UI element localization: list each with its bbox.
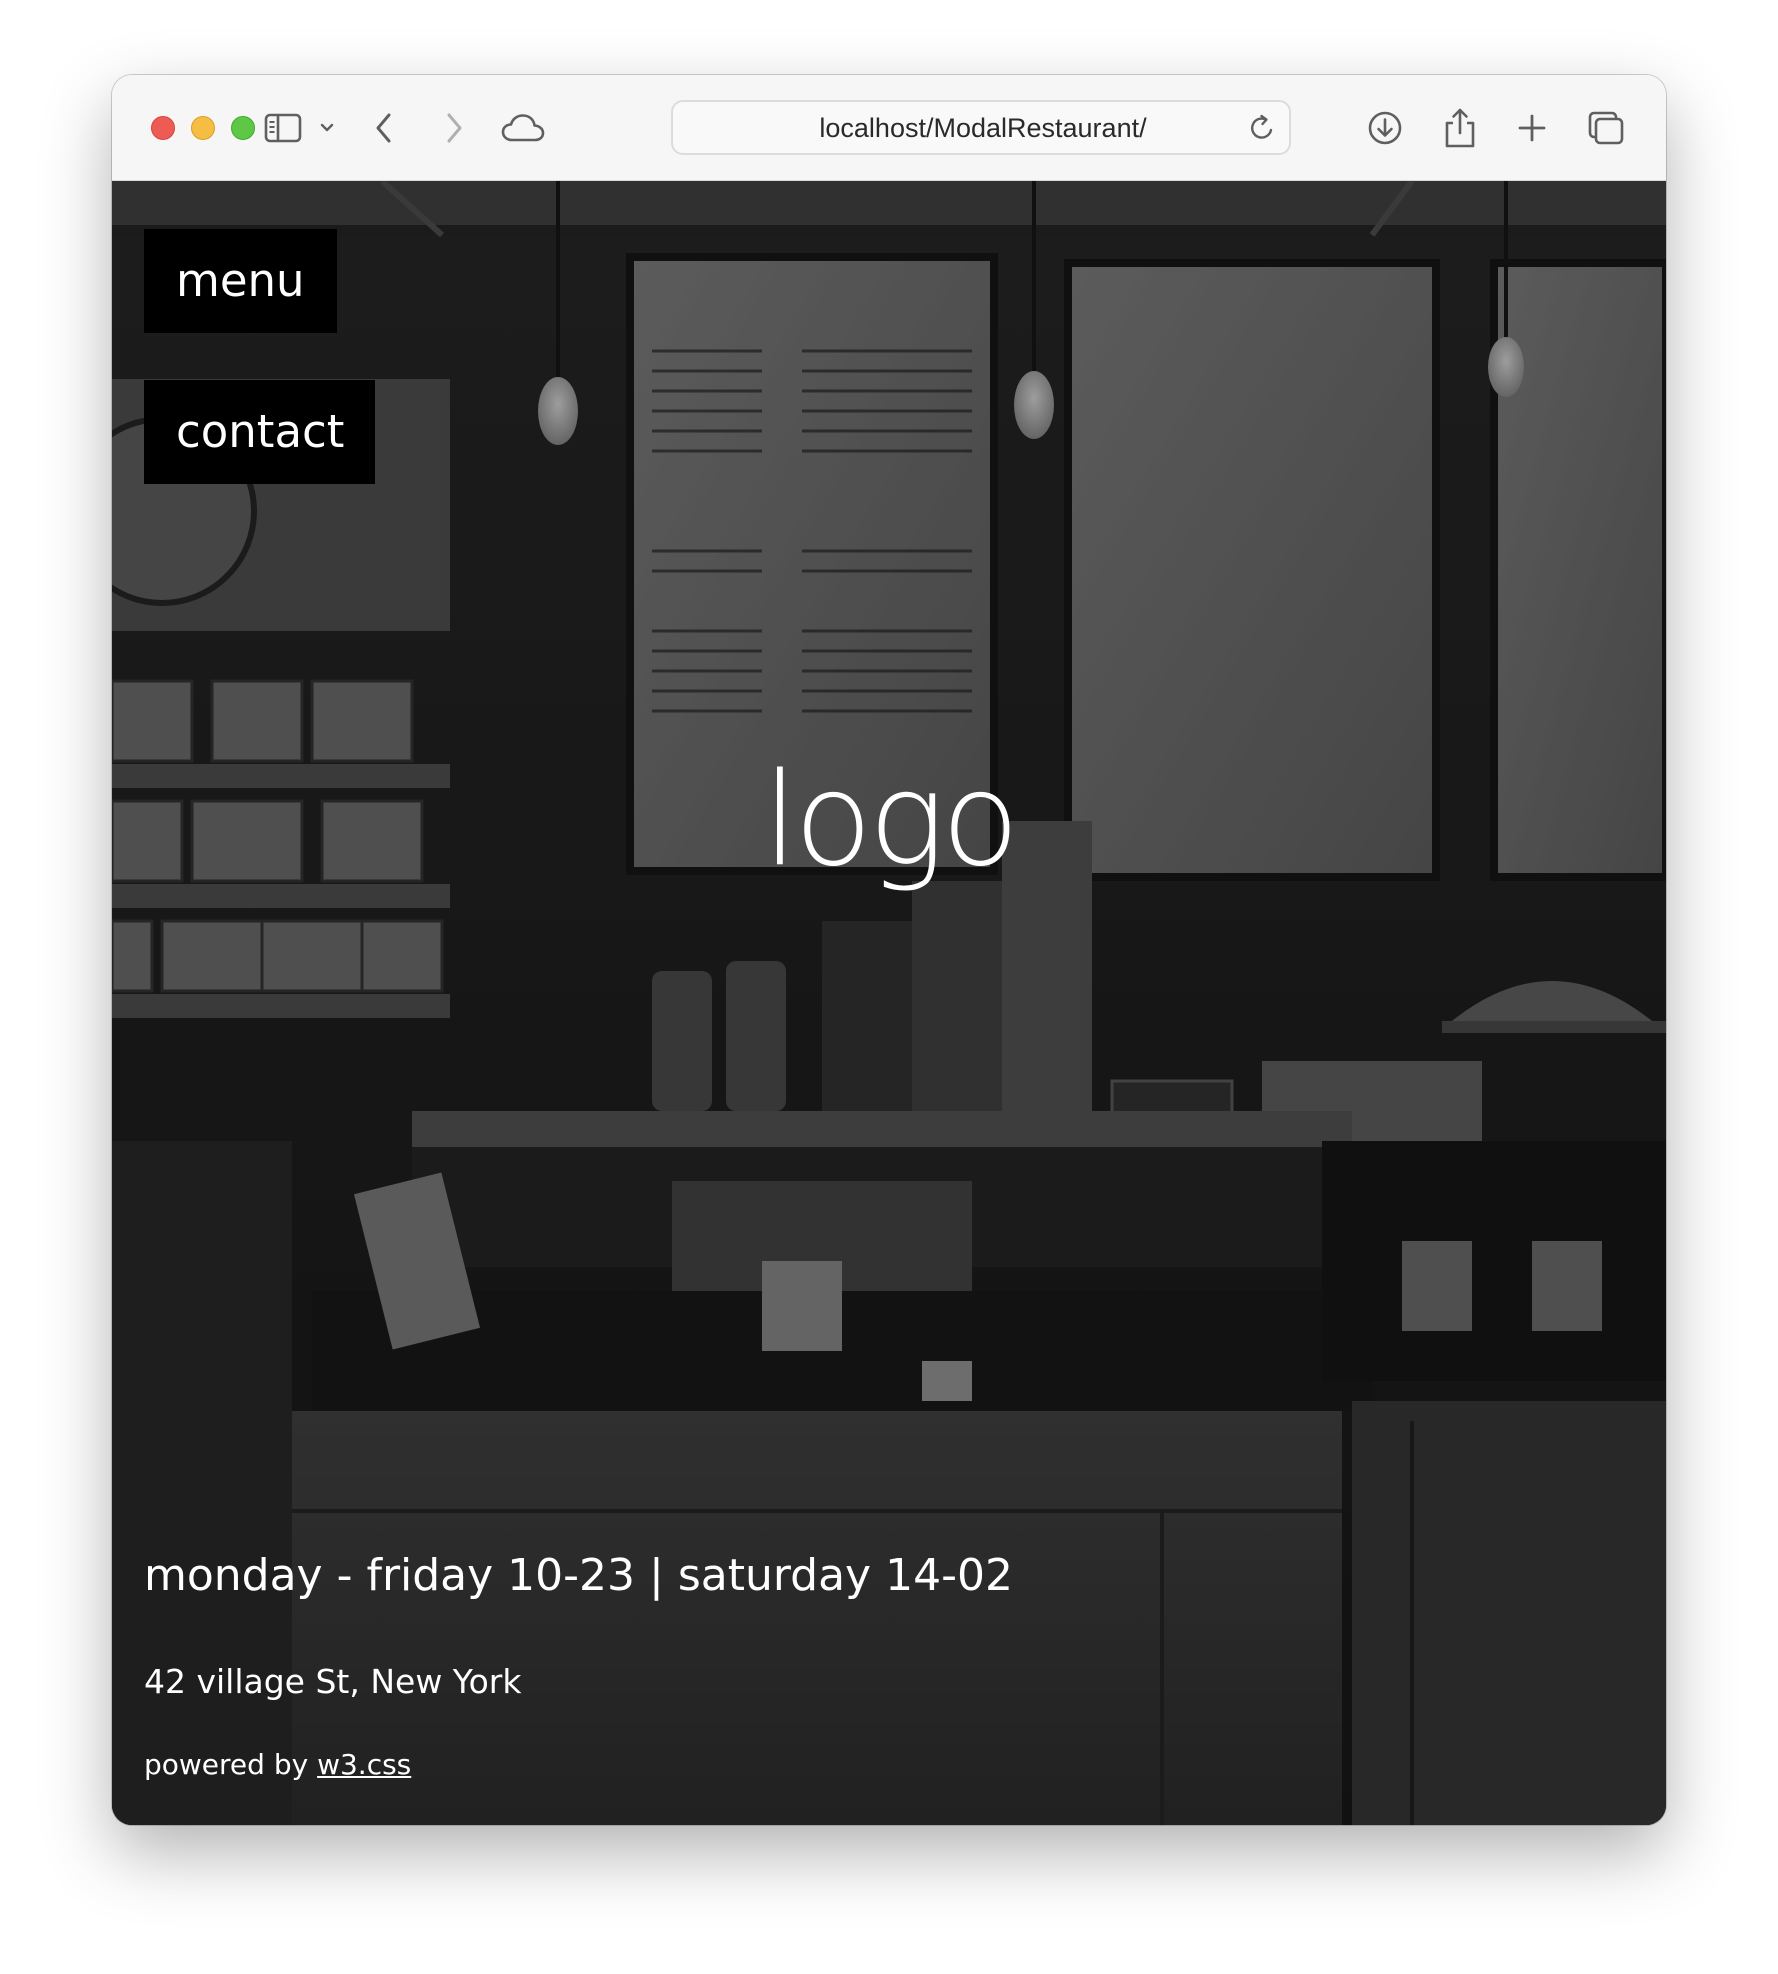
new-tab-icon[interactable] (1505, 101, 1559, 155)
address-bar[interactable]: localhost/ModalRestaurant/ (671, 100, 1291, 155)
back-icon[interactable] (357, 101, 411, 155)
minimize-window-button[interactable] (191, 116, 215, 140)
logo-text: logo (762, 746, 1020, 895)
browser-window: localhost/ModalRestaurant/ menu contact … (112, 75, 1666, 1825)
powered-by-label: powered by (144, 1748, 318, 1781)
icloud-icon[interactable] (491, 101, 555, 155)
page-viewport: menu contact logo monday - friday 10-23 … (112, 181, 1666, 1825)
share-icon[interactable] (1433, 101, 1487, 155)
url-text[interactable]: localhost/ModalRestaurant/ (673, 102, 1293, 155)
reload-icon[interactable] (1245, 111, 1279, 145)
restaurant-address: 42 village St, New York (144, 1662, 522, 1701)
w3css-link[interactable]: w3.css (317, 1748, 411, 1781)
forward-icon[interactable] (427, 101, 481, 155)
chevron-down-icon[interactable] (310, 101, 344, 155)
opening-hours: monday - friday 10-23 | saturday 14-02 (144, 1550, 1013, 1601)
powered-by-footer: powered by w3.css (144, 1747, 411, 1783)
download-icon[interactable] (1358, 101, 1412, 155)
browser-toolbar: localhost/ModalRestaurant/ (112, 75, 1666, 181)
contact-button[interactable]: contact (144, 380, 375, 484)
tab-overview-icon[interactable] (1579, 101, 1633, 155)
close-window-button[interactable] (151, 116, 175, 140)
sidebar-icon[interactable] (256, 101, 310, 155)
menu-button[interactable]: menu (144, 229, 337, 333)
zoom-window-button[interactable] (231, 116, 255, 140)
